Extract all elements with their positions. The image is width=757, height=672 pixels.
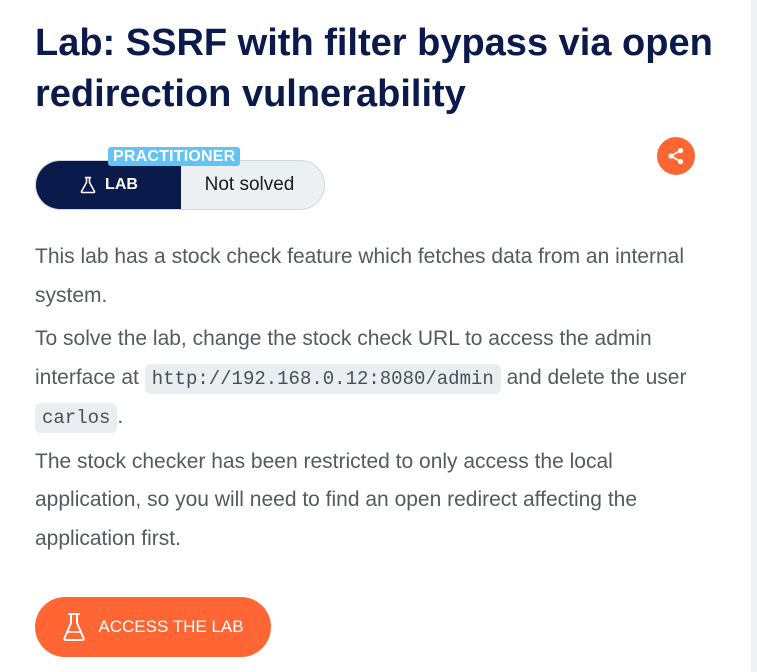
- description-paragraph-2: To solve the lab, change the stock check…: [35, 320, 715, 438]
- flask-icon: [62, 612, 86, 642]
- access-lab-button[interactable]: ACCESS THE LAB: [35, 597, 271, 657]
- badge-lab-label: LAB: [105, 176, 138, 193]
- description-text: .: [117, 405, 124, 428]
- page-title: Lab: SSRF with filter bypass via open re…: [35, 22, 713, 115]
- description-paragraph-1: This lab has a stock check feature which…: [35, 245, 685, 307]
- share-icon: [666, 146, 686, 166]
- lab-description: This lab has a stock check feature which…: [35, 238, 715, 563]
- flask-icon: [79, 176, 97, 194]
- scrollbar-track[interactable]: [751, 0, 757, 672]
- lab-status-badge: PRACTITIONER LAB Not solved: [35, 147, 325, 210]
- level-tag: PRACTITIONER: [108, 147, 241, 166]
- description-paragraph-3: The stock checker has been restricted to…: [35, 449, 638, 550]
- access-lab-label: ACCESS THE LAB: [98, 617, 244, 636]
- description-text: and delete the user: [500, 365, 687, 389]
- share-button[interactable]: [657, 137, 695, 175]
- admin-url-code: http://192.168.0.12:8080/admin: [144, 363, 501, 394]
- badge-lab-section: LAB: [36, 161, 181, 209]
- lab-page: Lab: SSRF with filter bypass via open re…: [0, 0, 757, 672]
- username-code: carlos: [35, 403, 118, 433]
- status-label: Not solved: [204, 174, 295, 195]
- badge-pill: LAB Not solved: [35, 160, 325, 210]
